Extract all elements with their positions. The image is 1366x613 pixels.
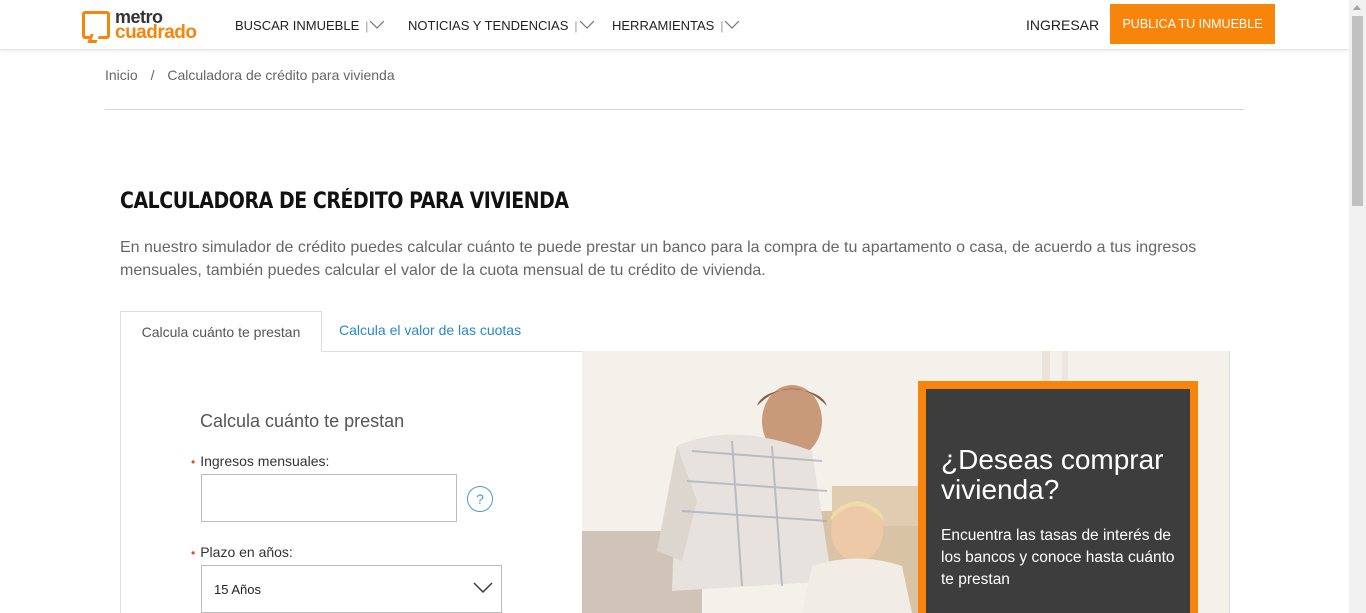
divider <box>105 109 1244 110</box>
logo-text-bottom: cuadrado <box>115 22 197 43</box>
tab-calcula-valor-cuotas[interactable]: Calcula el valor de las cuotas <box>339 322 521 338</box>
publish-property-button[interactable]: PUBLICA TU INMUEBLE <box>1110 4 1275 44</box>
income-label: • Ingresos mensuales: <box>191 453 329 469</box>
term-label: • Plazo en años: <box>191 544 293 560</box>
metrocuadrado-logo[interactable]: metro cuadrado <box>82 7 207 44</box>
income-input[interactable] <box>201 474 457 522</box>
calculator-tabs: Calcula cuánto te prestan Calcula el val… <box>120 311 1230 352</box>
promo-box: ¿Deseas comprar vivienda? Encuentra las … <box>918 381 1198 613</box>
nav-separator: | <box>720 18 724 33</box>
nav-buscar-inmueble[interactable]: BUSCAR INMUEBLE | <box>235 18 385 33</box>
nav-label: NOTICIAS Y TENDENCIAS <box>408 18 569 33</box>
nav-noticias-tendencias[interactable]: NOTICIAS Y TENDENCIAS | <box>408 18 594 33</box>
page-description: En nuestro simulador de crédito puedes c… <box>120 239 1197 279</box>
nav-separator: | <box>574 18 578 33</box>
promo-title: ¿Deseas comprar vivienda? <box>941 444 1164 505</box>
income-label-text: Ingresos mensuales: <box>200 453 330 469</box>
chevron-down-icon <box>473 582 493 593</box>
help-question-icon[interactable]: ? <box>467 486 493 512</box>
required-mark: • <box>191 455 196 469</box>
breadcrumb-home-link[interactable]: Inicio <box>105 67 138 83</box>
breadcrumb-current: Calculadora de crédito para vivienda <box>167 67 395 83</box>
nav-separator: | <box>365 18 369 33</box>
nav-label: BUSCAR INMUEBLE <box>235 18 360 33</box>
form-title: Calcula cuánto te prestan <box>200 411 405 431</box>
tab-calcula-cuanto-te-prestan[interactable]: Calcula cuánto te prestan <box>120 311 322 352</box>
chevron-down-icon <box>370 20 385 29</box>
required-mark: • <box>191 546 196 560</box>
logo-speech-bubble-icon <box>82 11 110 39</box>
term-select[interactable]: 15 Años <box>201 565 502 613</box>
nav-label: HERRAMIENTAS <box>612 18 715 33</box>
nav-herramientas[interactable]: HERRAMIENTAS | <box>612 18 740 33</box>
chevron-down-icon <box>579 20 594 29</box>
page-title: CALCULADORA DE CRÉDITO PARA VIVIENDA <box>120 189 569 214</box>
scroll-up-arrow-icon[interactable] <box>1353 5 1361 10</box>
top-header: metro cuadrado BUSCAR INMUEBLE | NOTICIA… <box>0 0 1349 50</box>
scrollbar-thumb[interactable] <box>1352 16 1363 206</box>
breadcrumb: Inicio / Calculadora de crédito para viv… <box>105 67 395 83</box>
term-label-text: Plazo en años: <box>200 544 293 560</box>
page-scrollbar[interactable] <box>1349 0 1366 613</box>
breadcrumb-separator: / <box>150 67 155 83</box>
term-selected-value: 15 Años <box>214 581 261 597</box>
promo-text: Encuentra las tasas de interés de los ba… <box>941 527 1175 588</box>
login-link[interactable]: INGRESAR <box>1026 17 1099 33</box>
chevron-down-icon <box>725 20 740 29</box>
